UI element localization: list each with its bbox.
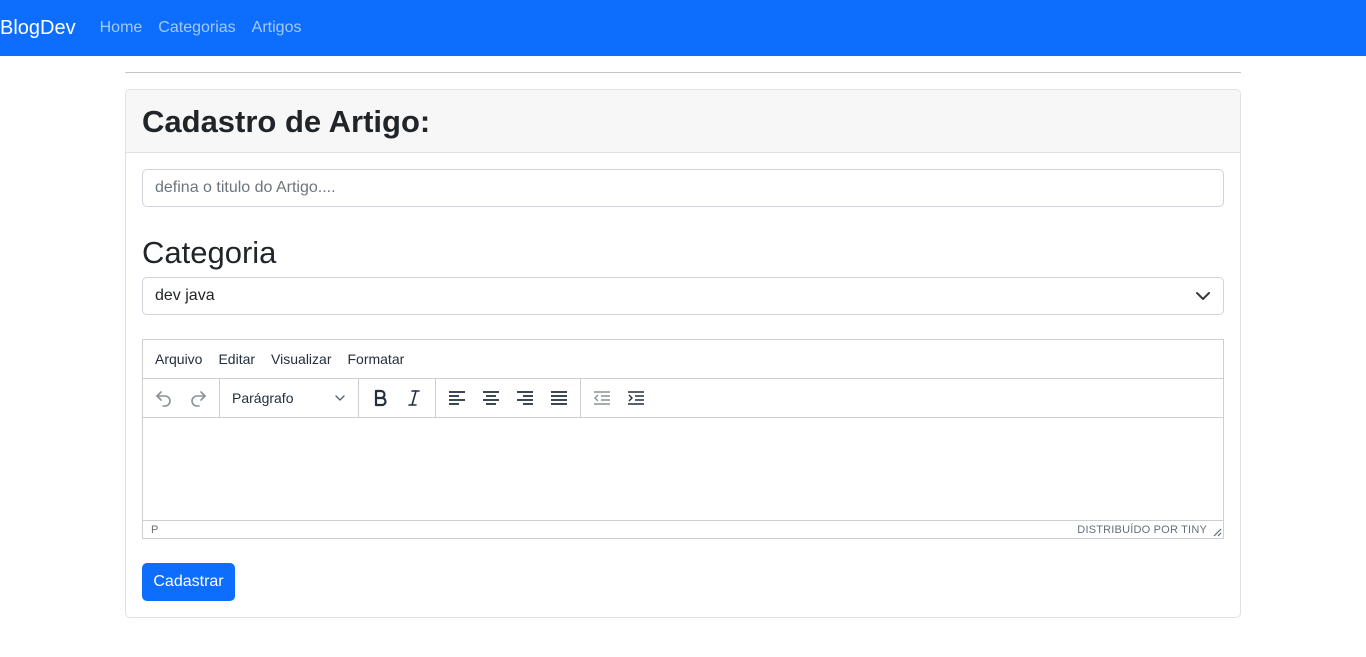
toolbar-group-history	[143, 379, 220, 417]
redo-button[interactable]	[181, 381, 215, 415]
align-right-button[interactable]	[508, 381, 542, 415]
editor-content-area[interactable]	[143, 418, 1223, 520]
menu-editar[interactable]: Editar	[210, 351, 263, 367]
redo-icon	[191, 391, 206, 407]
category-heading: Categoria	[142, 235, 277, 270]
chevron-down-icon	[1196, 292, 1210, 300]
category-select[interactable]: dev java	[142, 277, 1224, 315]
align-center-button[interactable]	[474, 381, 508, 415]
indent-icon	[628, 391, 644, 405]
menu-formatar[interactable]: Formatar	[339, 351, 412, 367]
submit-button[interactable]: Cadastrar	[142, 563, 235, 601]
editor-statusbar: P DISTRIBUÍDO POR TINY	[143, 520, 1223, 538]
align-justify-icon	[551, 391, 567, 405]
block-format-select[interactable]: Parágrafo	[224, 381, 354, 415]
card-header: Cadastro de Artigo:	[126, 90, 1240, 153]
brand-link[interactable]: BlogDev	[0, 17, 76, 40]
menu-visualizar[interactable]: Visualizar	[263, 351, 339, 367]
tiny-branding-link[interactable]: DISTRIBUÍDO POR TINY	[1077, 524, 1207, 536]
align-left-button[interactable]	[440, 381, 474, 415]
chevron-down-icon	[335, 395, 345, 401]
align-right-icon	[517, 391, 533, 405]
italic-icon	[408, 390, 420, 406]
align-left-icon	[449, 391, 465, 405]
editor-toolbar: Parágrafo	[143, 379, 1223, 418]
nav-link-home[interactable]: Home	[100, 19, 143, 37]
nav-link-artigos[interactable]: Artigos	[252, 19, 302, 37]
bold-button[interactable]	[363, 381, 397, 415]
bold-icon	[374, 389, 387, 407]
resize-handle-icon[interactable]	[1212, 527, 1222, 537]
navbar: BlogDev Home Categorias Artigos	[0, 0, 1366, 56]
align-center-icon	[483, 391, 499, 405]
element-path[interactable]: P	[151, 524, 158, 536]
align-justify-button[interactable]	[542, 381, 576, 415]
editor-menubar: Arquivo Editar Visualizar Formatar	[143, 340, 1223, 379]
page-title: Cadastro de Artigo:	[142, 103, 431, 139]
toolbar-group-format	[359, 379, 436, 417]
menu-arquivo[interactable]: Arquivo	[147, 351, 210, 367]
undo-button[interactable]	[147, 381, 181, 415]
nav-link-categorias[interactable]: Categorias	[158, 19, 235, 37]
undo-icon	[156, 391, 171, 407]
article-title-input[interactable]	[142, 169, 1224, 207]
rich-text-editor: Arquivo Editar Visualizar Formatar Parág…	[142, 339, 1224, 539]
outdent-button[interactable]	[585, 381, 619, 415]
category-select-value: dev java	[155, 287, 215, 304]
divider	[125, 72, 1241, 73]
italic-button[interactable]	[397, 381, 431, 415]
indent-button[interactable]	[619, 381, 653, 415]
toolbar-group-align	[436, 379, 581, 417]
toolbar-group-indent	[581, 379, 657, 417]
block-format-value: Parágrafo	[232, 390, 294, 406]
toolbar-group-blocks: Parágrafo	[220, 379, 359, 417]
article-form-card: Cadastro de Artigo: Categoria dev java A…	[125, 89, 1241, 618]
outdent-icon	[594, 391, 610, 405]
